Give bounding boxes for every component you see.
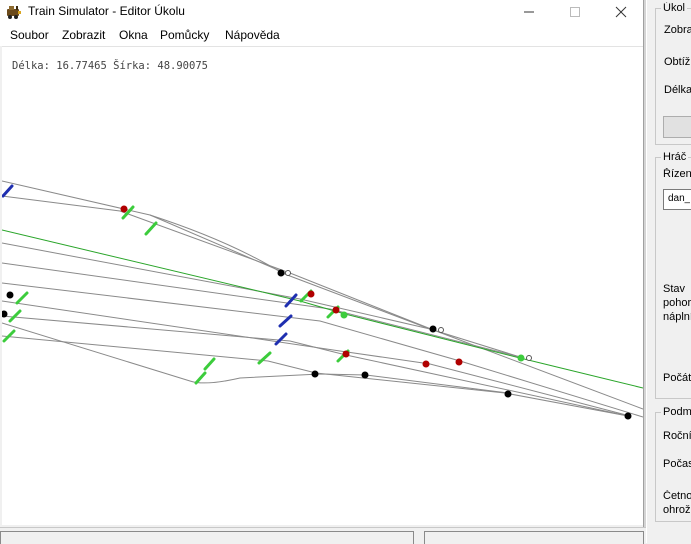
red-marker	[455, 358, 463, 366]
open-marker	[438, 327, 444, 333]
close-button[interactable]	[598, 0, 644, 24]
black-marker	[361, 371, 369, 379]
track-line	[2, 322, 509, 394]
season-label: Roční	[663, 430, 691, 442]
close-icon	[615, 6, 627, 18]
black-marker	[624, 412, 632, 420]
task-row-label: Délka	[664, 84, 691, 96]
menu-pomucky[interactable]: Pomůcky	[160, 28, 209, 42]
menu-napoveda[interactable]: Nápověda	[225, 28, 280, 42]
coordinates-readout: Délka: 16.77465 Šírka: 48.90075	[12, 60, 208, 72]
maximize-icon	[570, 7, 580, 17]
green-signal	[144, 221, 158, 236]
open-marker	[526, 355, 532, 361]
black-marker	[311, 370, 319, 378]
red-marker	[422, 360, 430, 368]
red-marker	[342, 350, 350, 358]
track-map[interactable]	[2, 47, 643, 525]
conditions-group-title: Podm	[661, 406, 691, 418]
track-line	[2, 282, 643, 418]
task-group-title: Úkol	[661, 2, 688, 14]
track-line	[2, 315, 629, 417]
green-marker	[340, 311, 348, 319]
green-signal	[203, 357, 216, 371]
blue-signal	[278, 314, 293, 328]
black-marker	[504, 390, 512, 398]
player-group-title: Hráč	[661, 151, 689, 163]
window-title: Train Simulator - Editor Úkolu	[28, 4, 185, 18]
track-map-canvas[interactable]	[2, 46, 643, 525]
route-line	[2, 229, 643, 389]
minimize-button[interactable]	[506, 0, 552, 24]
task-button[interactable]	[663, 116, 691, 138]
status-pane	[424, 531, 644, 544]
green-signal	[194, 371, 207, 385]
state-line: náplní	[663, 311, 691, 323]
controlled-label: Řízený	[663, 168, 691, 180]
black-marker	[6, 291, 14, 299]
state-line: Stav	[663, 283, 686, 295]
frequency-label: Četno	[663, 490, 691, 502]
green-marker	[517, 354, 525, 362]
blue-signal	[2, 184, 14, 198]
train-app-icon	[7, 6, 21, 19]
menu-okna[interactable]: Okna	[119, 28, 148, 42]
red-marker	[307, 290, 315, 298]
task-row-label: Obtížn	[664, 56, 691, 68]
red-marker	[120, 205, 128, 213]
track-line	[149, 214, 286, 274]
state-line: pohor	[663, 297, 691, 309]
track-line	[2, 242, 431, 330]
open-marker	[285, 270, 291, 276]
menu-zobrazit[interactable]: Zobrazit	[62, 28, 105, 42]
weather-label: Počasí	[663, 458, 691, 470]
green-signal	[15, 291, 29, 305]
black-marker	[429, 325, 437, 333]
minimize-icon	[524, 11, 534, 13]
red-marker	[332, 306, 340, 314]
maximize-button[interactable]	[552, 0, 598, 24]
controlled-train-value: dan_	[668, 193, 691, 204]
status-pane	[0, 531, 414, 544]
controlled-train-field[interactable]: dan_	[663, 189, 691, 210]
track-line	[2, 195, 643, 410]
menu-soubor[interactable]: Soubor	[10, 28, 49, 42]
green-signal	[8, 309, 22, 323]
threat-label: ohrož	[663, 504, 691, 516]
black-marker	[277, 269, 285, 277]
task-row-label: Zobra	[664, 24, 691, 36]
count-label: Počát	[663, 372, 691, 384]
